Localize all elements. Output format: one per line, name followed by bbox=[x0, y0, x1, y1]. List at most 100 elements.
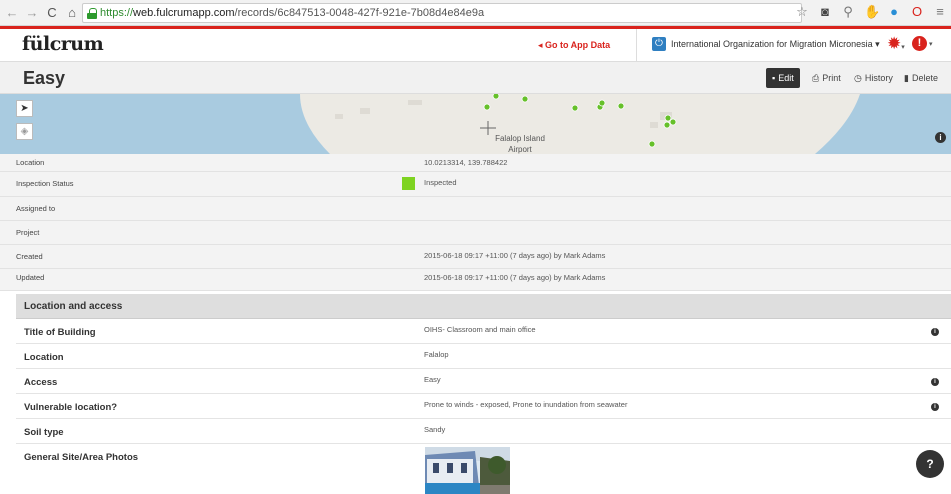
field-label: Location bbox=[24, 352, 64, 363]
meta-row-location: Location 10.0213314, 139.788422 bbox=[0, 154, 951, 172]
island-landmass bbox=[300, 94, 860, 154]
print-label: Print bbox=[822, 73, 841, 83]
map-marker bbox=[664, 114, 672, 122]
opera-icon[interactable]: O bbox=[910, 4, 924, 20]
print-button[interactable]: ⎙ Print bbox=[806, 68, 847, 88]
alert-icon[interactable]: ! bbox=[912, 36, 927, 51]
meta-value: 2015-06-18 09:17 +11:00 (7 days ago) by … bbox=[424, 251, 606, 260]
browser-toolbar: ← → C ⌂ https:// web.fulcrumapp.com /rec… bbox=[0, 0, 951, 26]
meta-value: 10.0213314, 139.788422 bbox=[424, 158, 508, 167]
alert-menu-caret-icon[interactable]: ▾ bbox=[929, 40, 933, 48]
history-label: History bbox=[864, 73, 893, 83]
home-icon[interactable]: ⌂ bbox=[64, 5, 80, 21]
map-marker bbox=[492, 94, 500, 100]
extension-icon[interactable]: ⚲ bbox=[841, 4, 855, 20]
map-marker bbox=[521, 95, 529, 103]
url-host: web.fulcrumapp.com bbox=[133, 7, 235, 19]
field-label: Title of Building bbox=[24, 327, 96, 338]
record-metadata: Location 10.0213314, 139.788422 Inspecti… bbox=[0, 154, 951, 291]
lock-icon bbox=[87, 7, 97, 19]
extension-hand-icon[interactable]: ✋ bbox=[864, 4, 880, 20]
edit-button[interactable]: ▪ Edit bbox=[766, 68, 800, 88]
delete-label: Delete bbox=[911, 73, 938, 83]
url-scheme: https:// bbox=[100, 7, 134, 19]
pocket-icon[interactable]: ◙ bbox=[818, 4, 832, 20]
map-building bbox=[408, 100, 422, 105]
info-icon[interactable]: i bbox=[931, 328, 939, 336]
field-value: Prone to winds - exposed, Prone to inund… bbox=[424, 400, 628, 409]
field-label: General Site/Area Photos bbox=[24, 452, 139, 463]
map-building bbox=[360, 108, 370, 114]
field-row-vulnerable-location: Vulnerable location? Prone to winds - ex… bbox=[16, 394, 951, 419]
field-value: OIHS- Classroom and main office bbox=[424, 325, 536, 334]
field-value: Sandy bbox=[424, 425, 446, 434]
field-row-location: Location Falalop bbox=[16, 344, 951, 369]
field-row-access: Access Easy i bbox=[16, 369, 951, 394]
map-marker bbox=[483, 103, 491, 111]
gear-icon[interactable]: ✹▾ bbox=[887, 35, 905, 56]
map-marker bbox=[663, 121, 671, 129]
place-label-line-1: Falalop Island bbox=[495, 134, 545, 143]
map-building bbox=[335, 114, 343, 119]
bookmark-star-icon[interactable]: ☆ bbox=[795, 4, 809, 20]
status-color-swatch bbox=[402, 177, 415, 190]
record-title: Easy bbox=[23, 68, 66, 88]
app-header: fülcrum ◂ Go to App Data ⏻ International… bbox=[0, 29, 951, 62]
meta-value: 2015-06-18 09:17 +11:00 (7 days ago) by … bbox=[424, 273, 606, 282]
location-and-access-section: Location and access Title of Building OI… bbox=[16, 294, 951, 494]
layers-icon: ◈ bbox=[20, 126, 29, 137]
field-value: Falalop bbox=[424, 350, 449, 359]
map-marker bbox=[648, 140, 656, 148]
field-label: Soil type bbox=[24, 427, 64, 438]
info-icon[interactable]: i bbox=[931, 403, 939, 411]
locate-button[interactable]: ➤ bbox=[16, 100, 33, 117]
map-info-icon[interactable]: i bbox=[935, 132, 946, 143]
reload-icon[interactable]: C bbox=[44, 5, 60, 21]
meta-label: Location bbox=[16, 158, 45, 167]
delete-button[interactable]: ▮ Delete bbox=[898, 68, 944, 88]
map-canvas bbox=[300, 94, 860, 154]
header-divider bbox=[636, 29, 637, 62]
field-value: Easy bbox=[424, 375, 441, 384]
meta-label: Created bbox=[16, 252, 43, 261]
field-label: Access bbox=[24, 377, 58, 388]
menu-icon[interactable]: ≡ bbox=[933, 4, 947, 20]
meta-row-updated: Updated 2015-06-18 09:17 +11:00 (7 days … bbox=[0, 269, 951, 291]
map-marker bbox=[617, 102, 625, 110]
meta-row-project: Project bbox=[0, 221, 951, 245]
map-building bbox=[650, 122, 658, 128]
meta-value: Inspected bbox=[424, 178, 457, 187]
record-map[interactable]: ➤ ◈ i bbox=[0, 94, 951, 154]
record-title-bar: Easy ▪ Edit ⎙ Print ◷ History ▮ Delete bbox=[0, 62, 951, 94]
field-row-soil-type: Soil type Sandy bbox=[16, 419, 951, 444]
site-photo-image bbox=[425, 447, 510, 494]
meta-row-created: Created 2015-06-18 09:17 +11:00 (7 days … bbox=[0, 245, 951, 269]
help-button[interactable]: ? bbox=[916, 450, 944, 478]
meta-label: Assigned to bbox=[16, 204, 56, 213]
forward-icon[interactable]: → bbox=[24, 5, 40, 21]
site-photo-thumbnail[interactable] bbox=[425, 447, 510, 494]
go-to-app-data-link[interactable]: ◂ Go to App Data bbox=[538, 40, 610, 51]
organization-icon[interactable]: ⏻ bbox=[652, 37, 666, 51]
field-row-site-photos: General Site/Area Photos bbox=[16, 444, 951, 494]
field-row-title-of-building: Title of Building OIHS- Classroom and ma… bbox=[16, 319, 951, 344]
map-place-label: Falalop Island Airport bbox=[480, 133, 560, 155]
print-icon: ⎙ bbox=[812, 72, 820, 83]
url-path: /records/6c847513-0048-427f-921e-7b08d4e… bbox=[234, 7, 485, 19]
edit-label: Edit bbox=[778, 73, 794, 83]
map-marker bbox=[571, 104, 579, 112]
fulcrum-logo[interactable]: fülcrum bbox=[22, 33, 104, 55]
back-icon[interactable]: ← bbox=[4, 5, 20, 21]
address-bar[interactable]: https:// web.fulcrumapp.com /records/6c8… bbox=[82, 3, 802, 23]
meta-label: Updated bbox=[16, 273, 45, 282]
map-marker bbox=[598, 99, 606, 107]
extension-blue-icon[interactable]: ● bbox=[887, 4, 901, 20]
meta-row-assigned: Assigned to bbox=[0, 197, 951, 221]
organization-selector[interactable]: International Organization for Migration… bbox=[671, 39, 880, 50]
history-button[interactable]: ◷ History bbox=[848, 68, 899, 88]
meta-label: Inspection Status bbox=[16, 179, 74, 188]
trash-icon: ▮ bbox=[904, 72, 909, 83]
info-icon[interactable]: i bbox=[931, 378, 939, 386]
locate-arrow-icon: ➤ bbox=[20, 103, 29, 114]
layers-button[interactable]: ◈ bbox=[16, 123, 33, 140]
